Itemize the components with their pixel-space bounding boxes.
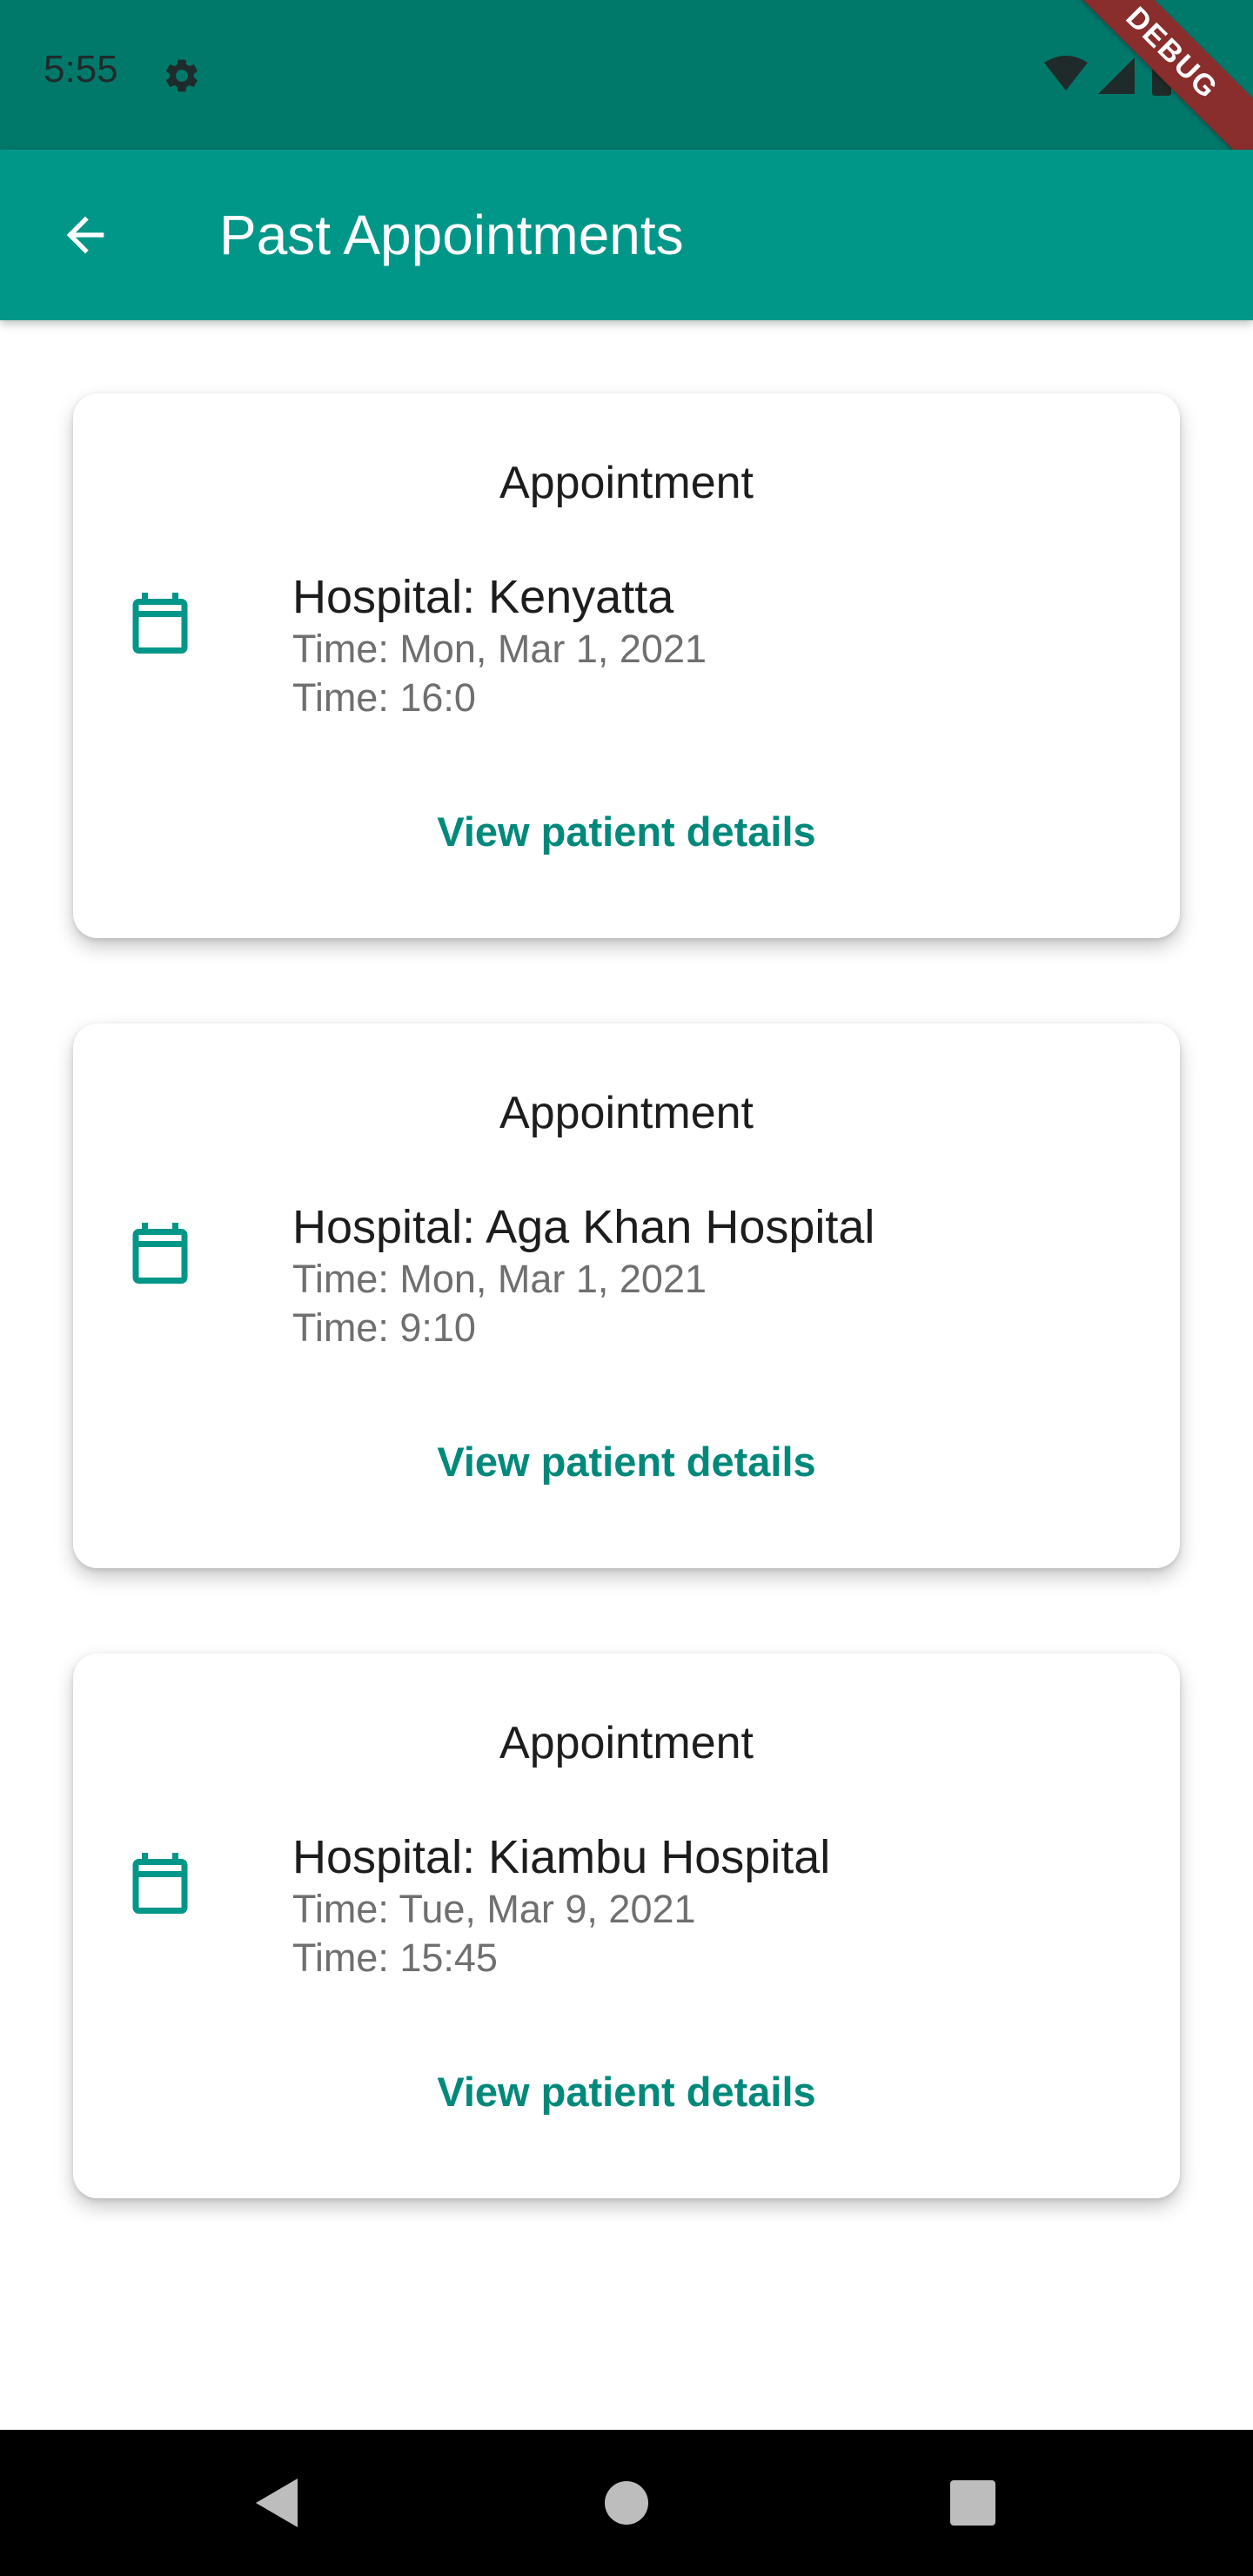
nav-back-button[interactable]	[242, 2468, 312, 2538]
card-title: Appointment	[499, 458, 754, 508]
wifi-icon	[1044, 56, 1088, 91]
card-title: Appointment	[499, 1718, 754, 1768]
appointment-card: Appointment Hospital: Kenyatta Time: Mon…	[73, 393, 1180, 938]
appointment-card: Appointment Hospital: Aga Khan Hospital …	[73, 1023, 1180, 1568]
status-bar: 5:55 DEBUG	[0, 0, 1253, 173]
navigation-bar	[0, 2430, 1253, 2576]
arrow-back-icon	[66, 216, 104, 254]
appointment-date: Time: Tue, Mar 9, 2021	[292, 1887, 696, 1931]
appointment-time: Time: 16:0	[292, 675, 476, 720]
view-patient-details-button[interactable]: View patient details	[73, 1438, 1180, 1486]
recents-square-icon	[950, 2480, 995, 2526]
status-time: 5:55	[44, 48, 118, 91]
appointment-date: Time: Mon, Mar 1, 2021	[292, 1257, 707, 1301]
appointment-info: Hospital: Aga Khan Hospital Time: Mon, M…	[292, 1199, 874, 1352]
appointment-card: Appointment Hospital: Kiambu Hospital Ti…	[73, 1654, 1180, 2198]
back-triangle-icon	[256, 2479, 298, 2527]
appointment-time: Time: 15:45	[292, 1935, 498, 1980]
calendar-icon	[132, 1223, 188, 1284]
calendar-icon	[132, 1853, 188, 1914]
appointment-info: Hospital: Kenyatta Time: Mon, Mar 1, 202…	[292, 569, 707, 722]
app-bar: Past Appointments	[0, 150, 1253, 320]
gear-icon	[166, 59, 198, 92]
view-patient-details-button[interactable]: View patient details	[73, 2068, 1180, 2116]
card-title: Appointment	[499, 1088, 754, 1138]
appointment-info: Hospital: Kiambu Hospital Time: Tue, Mar…	[292, 1829, 830, 1982]
hospital-name: Hospital: Kenyatta	[292, 571, 674, 623]
appointment-date: Time: Mon, Mar 1, 2021	[292, 627, 707, 671]
hospital-name: Hospital: Aga Khan Hospital	[292, 1201, 875, 1253]
back-button[interactable]	[50, 200, 120, 270]
appointment-time: Time: 9:10	[292, 1305, 476, 1350]
cell-signal-icon	[1098, 57, 1135, 94]
home-circle-icon	[605, 2481, 648, 2525]
nav-recents-button[interactable]	[938, 2468, 1008, 2538]
view-patient-details-button[interactable]: View patient details	[73, 808, 1180, 856]
hospital-name: Hospital: Kiambu Hospital	[292, 1831, 831, 1883]
nav-home-button[interactable]	[592, 2468, 661, 2538]
page-title: Past Appointments	[219, 204, 684, 266]
calendar-icon	[132, 593, 188, 654]
